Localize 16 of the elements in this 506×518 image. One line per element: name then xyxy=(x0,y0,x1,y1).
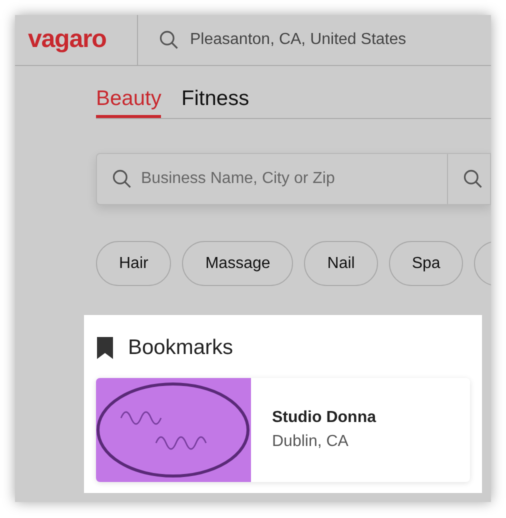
business-name: Studio Donna xyxy=(272,408,376,428)
category-chip[interactable]: Massage xyxy=(182,241,294,286)
bookmark-card[interactable]: Studio Donna Dublin, CA xyxy=(96,378,470,482)
business-search-field[interactable]: Business Name, City or Zip xyxy=(141,167,441,191)
category-chip[interactable]: Nail xyxy=(304,241,378,286)
bookmark-icon xyxy=(96,337,114,359)
search-bar[interactable]: Business Name, City or Zip xyxy=(96,153,491,205)
category-chip[interactable]: Spa xyxy=(388,241,464,286)
category-chip[interactable]: Hair xyxy=(96,241,172,286)
location-field[interactable]: Pleasanton, CA, United States xyxy=(190,28,406,52)
business-location: Dublin, CA xyxy=(272,432,350,452)
search-icon xyxy=(158,29,180,51)
search-icon xyxy=(462,168,484,190)
search-icon xyxy=(111,168,133,190)
bookmarks-title: Bookmarks xyxy=(128,335,234,362)
category-tab[interactable]: Fitness xyxy=(181,88,250,118)
